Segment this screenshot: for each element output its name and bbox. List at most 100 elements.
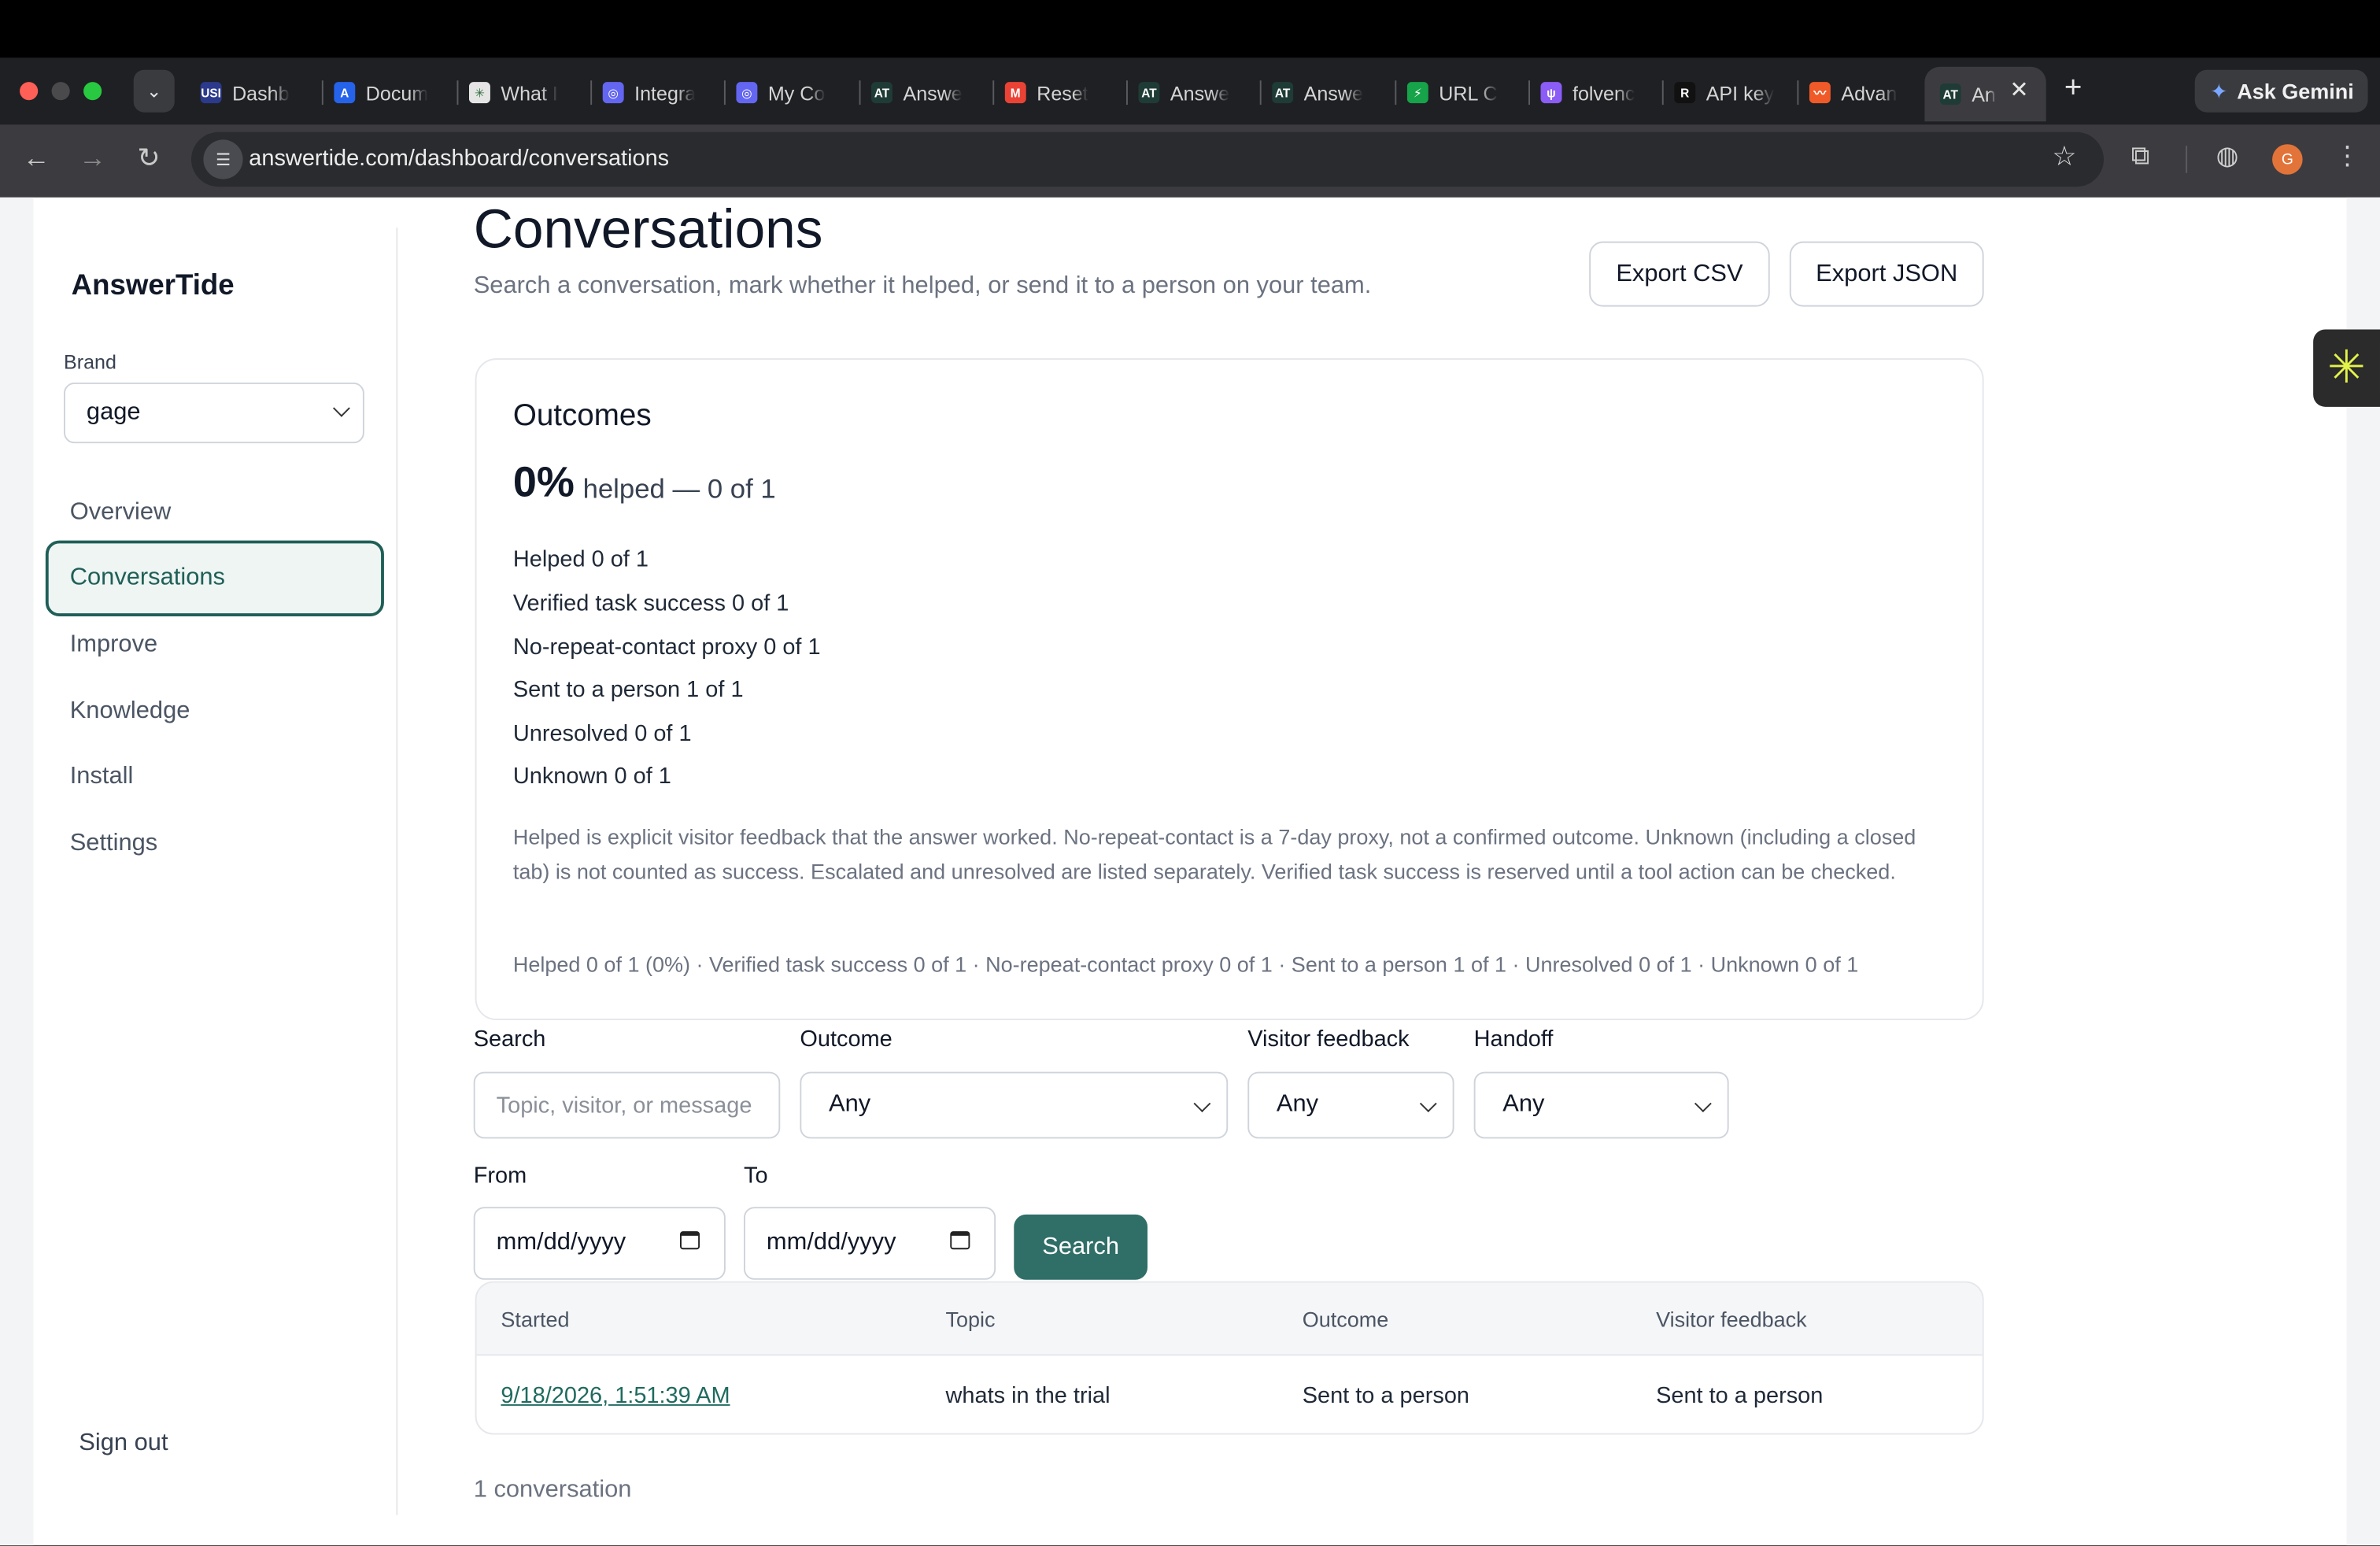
to-date-value: mm/dd/yyyy (766, 1230, 896, 1256)
page-gutter-left (0, 197, 34, 1546)
handoff-select[interactable]: Any (1473, 1071, 1729, 1139)
tab-favicon-icon: ✳ (468, 82, 490, 104)
outcome-select[interactable]: Any (800, 1071, 1229, 1139)
address-bar-url[interactable]: answertide.com/dashboard/conversations (249, 146, 669, 172)
browser-tab[interactable]: ⚡ URL C (1406, 70, 1520, 116)
tab-favicon-icon: A (334, 82, 356, 104)
browser-tab[interactable]: USI Dashb (200, 70, 313, 116)
page-content: AnswerTide Brand gage Overview Conversat… (0, 197, 2380, 1546)
tab-favicon-icon: ψ (1540, 82, 1562, 104)
calendar-icon[interactable] (679, 1231, 700, 1250)
browser-tab-label: Answe (1303, 81, 1363, 105)
extension-sparkle-icon[interactable]: ✳ (2313, 329, 2380, 407)
browser-tab[interactable]: ◎ My Co (736, 70, 848, 116)
bookmark-star-icon[interactable]: ☆ (2052, 141, 2076, 172)
browser-menu-icon[interactable]: ⋮ (2334, 141, 2360, 172)
sidebar-item-knowledge[interactable]: Knowledge (70, 698, 190, 726)
sidebar-item-conversations-label[interactable]: Conversations (70, 564, 225, 592)
tab-favicon-icon: ⚡ (1406, 82, 1428, 104)
sign-out-button[interactable]: Sign out (79, 1430, 168, 1458)
close-window-button[interactable] (20, 82, 39, 101)
visitor-feedback-select-value: Any (1276, 1091, 1319, 1118)
extensions-puzzle-icon[interactable]: ⧉ (2131, 141, 2149, 172)
browser-tab-label: Answe (903, 81, 963, 105)
sidebar-divider (396, 227, 398, 1515)
tab-favicon-icon: ◎ (736, 82, 758, 104)
row-outcome: Sent to a person (1302, 1382, 1470, 1409)
tab-favicon-icon: AT (870, 82, 893, 104)
browser-tab[interactable]: 〰 Advan (1809, 70, 1922, 116)
tab-search-chevron-icon[interactable]: ⌄ (133, 69, 175, 113)
brand-select-value: gage (86, 399, 141, 425)
site-settings-icon[interactable]: ☰ (203, 139, 243, 179)
to-date-input[interactable]: mm/dd/yyyy (743, 1207, 996, 1280)
brand-select-label: Brand (63, 350, 116, 374)
column-header-visitor-feedback: Visitor feedback (1656, 1307, 1807, 1332)
from-date-input[interactable]: mm/dd/yyyy (473, 1207, 726, 1280)
conversation-started-link[interactable]: 9/18/2026, 1:51:39 AM (501, 1383, 730, 1409)
to-label: To (743, 1163, 768, 1189)
handoff-select-value: Any (1502, 1091, 1545, 1118)
stat-sent-to-person: Sent to a person 1 of 1 (512, 677, 744, 703)
browser-tab[interactable]: ◎ Integra (602, 70, 715, 116)
maximize-window-button[interactable] (83, 82, 102, 101)
browser-tab[interactable]: AT Answe (1272, 70, 1384, 116)
reload-icon[interactable]: ↻ (131, 139, 167, 176)
conversations-table: Started Topic Outcome Visitor feedback 9… (475, 1281, 1984, 1435)
outcomes-title: Outcomes (512, 399, 652, 433)
outcomes-summary: Helped 0 of 1 (0%) · Verified task succe… (512, 952, 1859, 977)
visitor-feedback-select[interactable]: Any (1247, 1071, 1454, 1139)
chevron-down-icon (1193, 1095, 1211, 1112)
tab-divider (590, 80, 593, 105)
browser-tab[interactable]: A Docum (334, 70, 446, 116)
tab-divider (1797, 80, 1799, 105)
ask-gemini-label: Ask Gemini (2237, 79, 2354, 104)
minimize-window-button[interactable] (51, 82, 70, 101)
brand-logo-text[interactable]: AnswerTide (72, 270, 235, 303)
tab-favicon-icon: AT (1138, 82, 1160, 104)
browser-tab[interactable]: ψ folvenc (1540, 70, 1653, 116)
conversation-count: 1 conversation (473, 1477, 632, 1503)
performance-icon[interactable]: ◍ (2216, 141, 2239, 172)
profile-avatar[interactable]: G (2272, 144, 2303, 175)
search-input-wrapper[interactable] (473, 1071, 781, 1139)
answertide-favicon-icon: AT (1939, 83, 1961, 105)
forward-arrow-icon[interactable]: → (74, 139, 110, 176)
tab-divider (1661, 80, 1664, 105)
from-date-value: mm/dd/yyyy (496, 1230, 626, 1256)
search-input[interactable] (496, 1092, 755, 1119)
stat-verified-task-success: Verified task success 0 of 1 (512, 590, 789, 616)
page-title: Conversations (473, 197, 823, 260)
browser-tab[interactable]: R API key (1674, 70, 1787, 116)
tab-divider (1528, 80, 1530, 105)
search-button[interactable]: Search (1014, 1214, 1148, 1280)
browser-tab-label: Docum (365, 81, 429, 105)
browser-tab-label: Dashb (232, 81, 290, 105)
new-tab-plus-icon[interactable]: + (2064, 72, 2082, 106)
calendar-icon[interactable] (950, 1231, 970, 1250)
from-label: From (473, 1163, 527, 1189)
back-arrow-icon[interactable]: ← (18, 139, 54, 176)
browser-tab[interactable]: AT Answe (870, 70, 984, 116)
export-json-button[interactable]: Export JSON (1789, 241, 1984, 307)
sidebar-item-settings[interactable]: Settings (70, 830, 157, 858)
brand-select[interactable]: gage (63, 382, 364, 444)
sidebar-item-improve[interactable]: Improve (70, 631, 157, 659)
tab-divider (859, 80, 861, 105)
browser-tab[interactable]: ✳ What I (468, 70, 582, 116)
export-csv-button[interactable]: Export CSV (1589, 241, 1770, 307)
tab-favicon-icon: M (1004, 82, 1026, 104)
tab-favicon-icon: 〰 (1809, 82, 1831, 104)
page-subtitle: Search a conversation, mark whether it h… (473, 273, 1372, 299)
table-row: 9/18/2026, 1:51:39 AM (501, 1383, 730, 1409)
outcome-label: Outcome (800, 1026, 893, 1052)
sidebar-item-install[interactable]: Install (70, 764, 134, 791)
close-tab-icon[interactable]: ✕ (2009, 76, 2028, 103)
browser-tab-label: Advan (1841, 81, 1898, 105)
ask-gemini-button[interactable]: ✦ Ask Gemini (2194, 69, 2368, 113)
tab-divider (723, 80, 726, 105)
browser-tab[interactable]: M Reset (1004, 70, 1118, 116)
sidebar-item-overview[interactable]: Overview (70, 499, 172, 527)
browser-tab[interactable]: AT Answe (1138, 70, 1251, 116)
tab-favicon-icon: USI (200, 82, 222, 104)
